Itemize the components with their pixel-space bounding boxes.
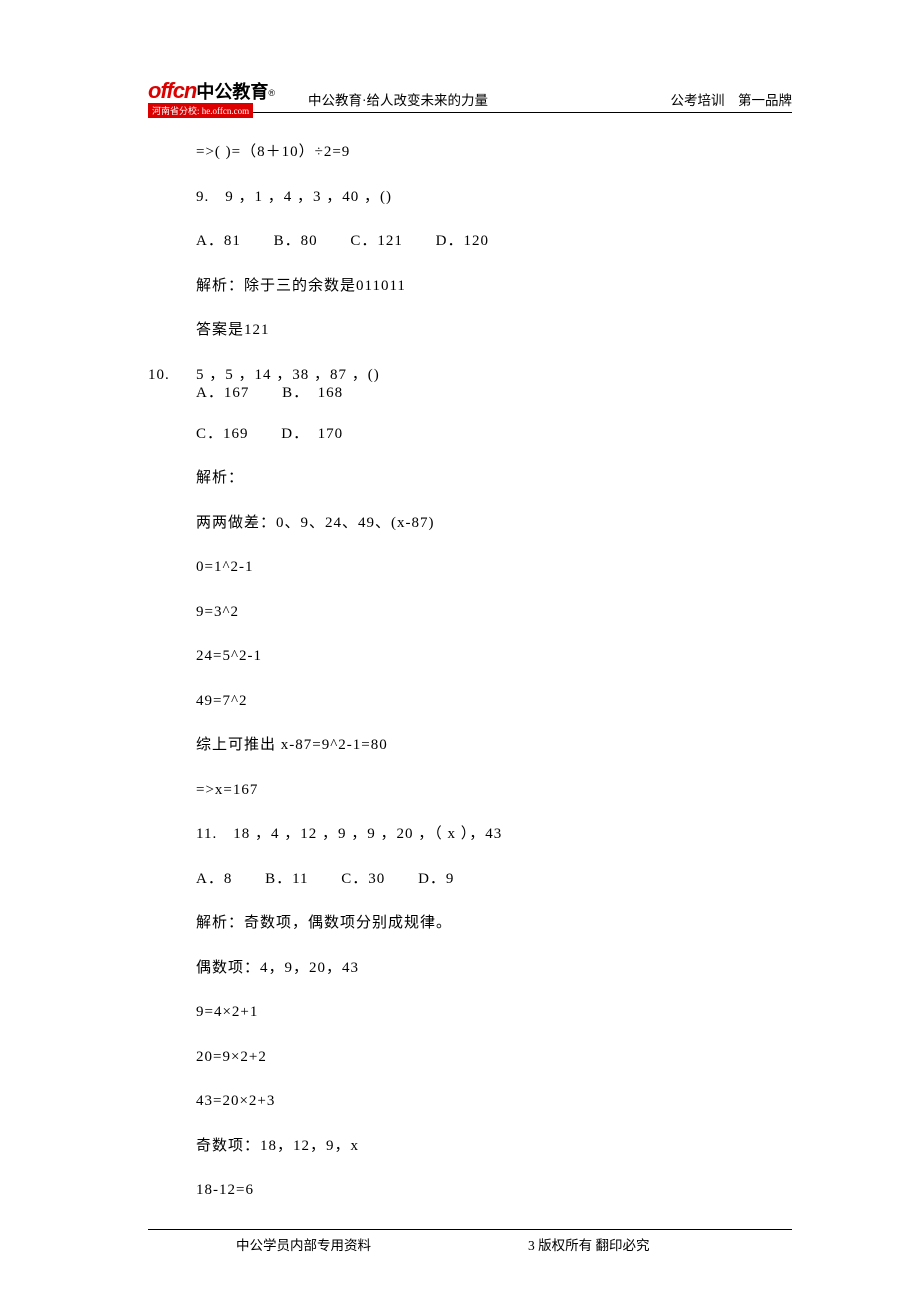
q11-options: A．8 B．11 C．30 D．9 bbox=[148, 868, 792, 891]
q11-odd-terms: 奇数项：18，12，9，x bbox=[148, 1135, 792, 1158]
q10-result: =>x=167 bbox=[148, 779, 792, 802]
q9-answer: 答案是121 bbox=[148, 319, 792, 342]
q10-explanation-label: 解析： bbox=[148, 467, 792, 490]
header-brand: 公考培训 第一品牌 bbox=[671, 89, 793, 109]
q10-calc-2: 9=3^2 bbox=[148, 601, 792, 624]
q11-stem: 11. 18 ，4 ，12 ，9 ，9 ，20 ，（ x ），43 bbox=[148, 823, 792, 846]
page-footer: 中公学员内部专用资料 3 版权所有 翻印必究 bbox=[148, 1229, 792, 1234]
q10-calc-1: 0=1^2-1 bbox=[148, 556, 792, 579]
q9-explanation: 解析：除于三的余数是011011 bbox=[148, 275, 792, 298]
q11-opt-d: D．9 bbox=[418, 868, 454, 891]
q11-even-calc-3: 43=20×2+3 bbox=[148, 1090, 792, 1113]
document-body: =>( )=（8＋10）÷2=9 9. 9 ，1 ，4 ，3 ，40 ，() A… bbox=[148, 141, 792, 1202]
q11-odd-calc-1: 18-12=6 bbox=[148, 1179, 792, 1202]
q11-opt-c: C．30 bbox=[341, 868, 385, 891]
q10-calc-4: 49=7^2 bbox=[148, 690, 792, 713]
page-header: offcn中公教育® 河南省分校: he.offcn.com 中公教育·给人改变… bbox=[148, 78, 792, 113]
q11-opt-a: A．8 bbox=[196, 868, 232, 891]
q10-opt-c: C．169 bbox=[196, 423, 249, 446]
logo-cn: 中公教育 bbox=[196, 82, 268, 102]
logo-trademark: ® bbox=[268, 88, 275, 98]
footer-right: 3 版权所有 翻印必究 bbox=[528, 1234, 650, 1254]
q10-number: 10. bbox=[148, 364, 196, 387]
q9-opt-a: A．81 bbox=[196, 230, 241, 253]
q9-opt-b: B．80 bbox=[274, 230, 318, 253]
q10-opt-d: D． 170 bbox=[281, 423, 343, 446]
q11-opt-b: B．11 bbox=[265, 868, 308, 891]
q9-options: A．81 B．80 C．121 D．120 bbox=[148, 230, 792, 253]
logo-url: 河南省分校: he.offcn.com bbox=[148, 103, 253, 118]
q9-stem: 9. 9 ，1 ，4 ，3 ，40 ，() bbox=[148, 186, 792, 209]
q9-opt-c: C．121 bbox=[350, 230, 403, 253]
logo-en: offcn bbox=[148, 78, 196, 103]
q10-options-cd: C．169 D． 170 bbox=[148, 423, 792, 446]
q10-opt-a: A．167 bbox=[196, 382, 249, 405]
q10-calc-3: 24=5^2-1 bbox=[148, 645, 792, 668]
q10-opt-b: B． 168 bbox=[282, 382, 343, 405]
q11-even-calc-1: 9=4×2+1 bbox=[148, 1001, 792, 1024]
q10-options-ab: A．167 B． 168 bbox=[148, 382, 792, 405]
q10-differences: 两两做差：0、9、24、49、(x-87) bbox=[148, 512, 792, 535]
q11-even-terms: 偶数项：4，9，20，43 bbox=[148, 957, 792, 980]
q10-conclusion: 综上可推出 x-87=9^2-1=80 bbox=[148, 734, 792, 757]
footer-left: 中公学员内部专用资料 bbox=[236, 1234, 371, 1254]
q11-explanation: 解析：奇数项，偶数项分别成规律。 bbox=[148, 912, 792, 935]
q11-even-calc-2: 20=9×2+2 bbox=[148, 1046, 792, 1069]
header-tagline: 中公教育·给人改变未来的力量 bbox=[308, 89, 488, 109]
q9-opt-d: D．120 bbox=[436, 230, 489, 253]
prev-conclusion: =>( )=（8＋10）÷2=9 bbox=[148, 141, 792, 164]
